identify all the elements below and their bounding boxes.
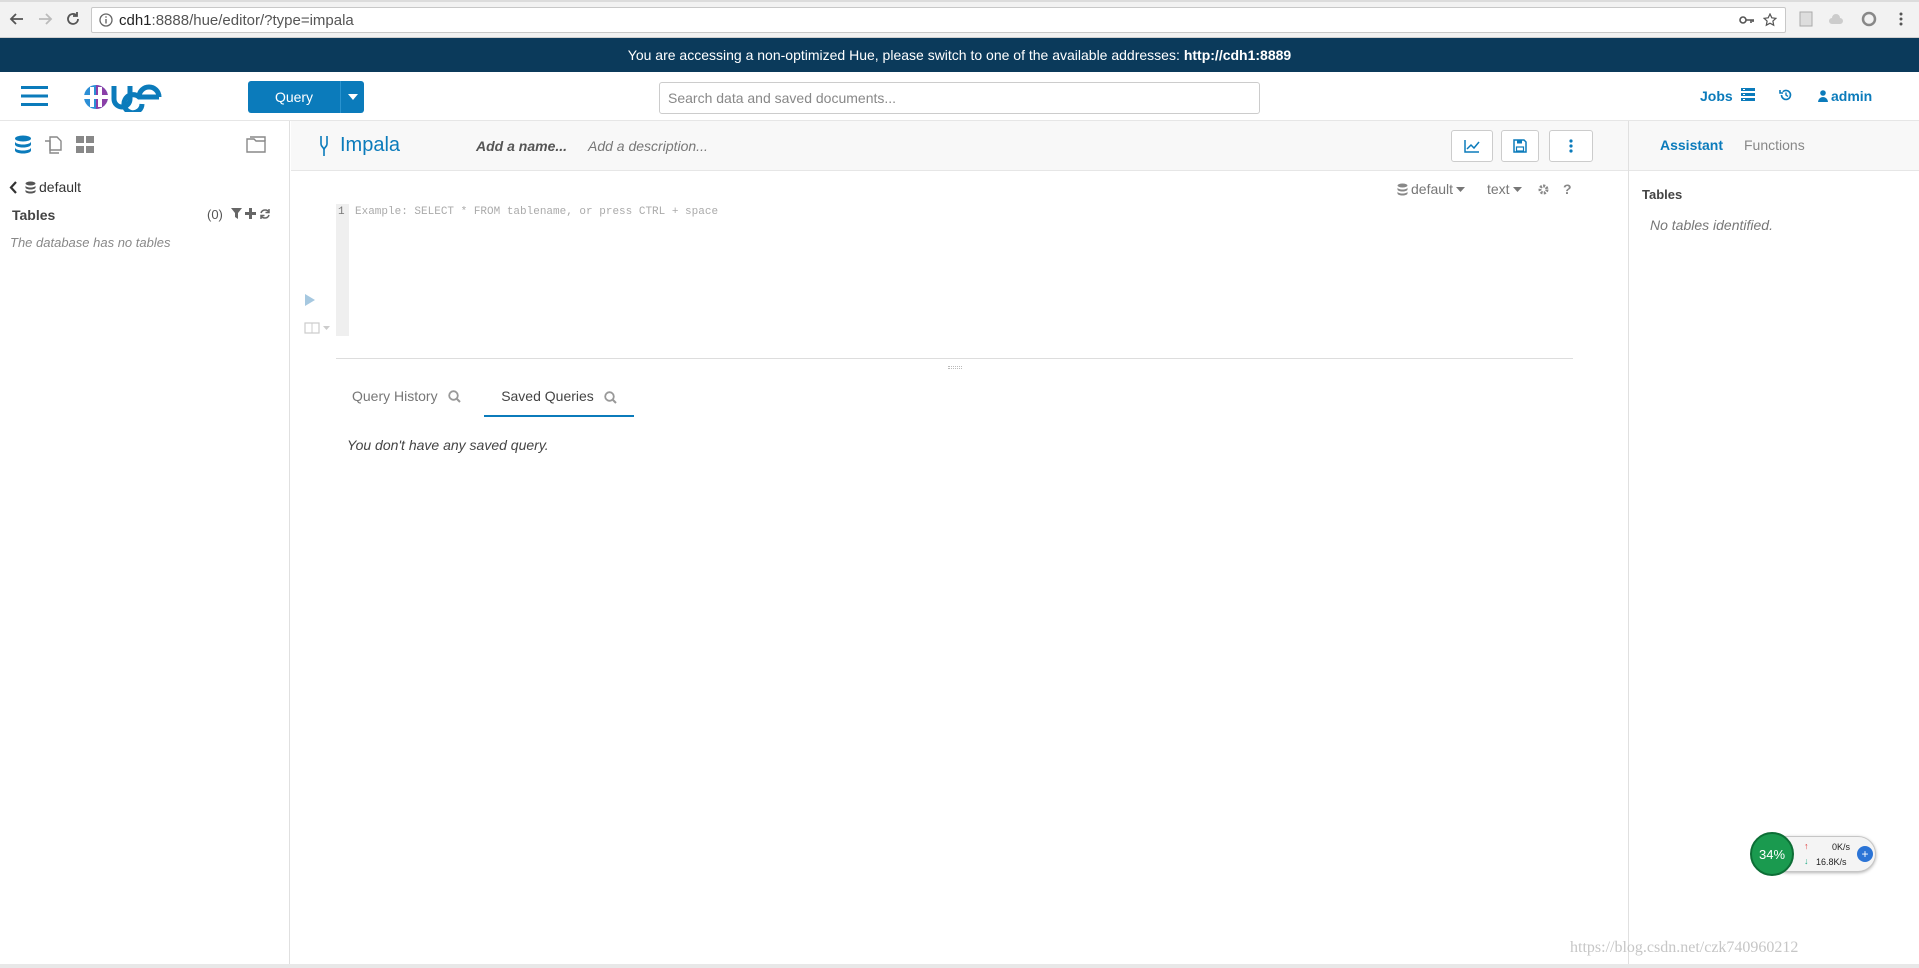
star-icon[interactable] (1763, 13, 1777, 27)
resize-handle[interactable] (948, 366, 962, 369)
gear-icon[interactable] (1537, 183, 1550, 196)
user-icon (1818, 90, 1828, 102)
url-text: cdh1:8888/hue/editor/?type=impala (119, 11, 354, 29)
optimization-banner: You are accessing a non-optimized Hue, p… (0, 38, 1919, 72)
database-breadcrumb[interactable]: default (9, 179, 81, 195)
format-selector[interactable]: text (1487, 181, 1522, 197)
query-description-field[interactable]: Add a description... (588, 138, 708, 154)
tab-strip (0, 0, 1919, 2)
database-icon (1397, 183, 1408, 195)
banner-link[interactable]: http://cdh1:8889 (1184, 47, 1291, 63)
circle-extension-icon[interactable] (1860, 10, 1878, 28)
no-tables-message: The database has no tables (10, 235, 171, 250)
jobs-list-icon[interactable] (1741, 88, 1755, 101)
more-actions-button[interactable] (1549, 130, 1593, 162)
global-search-input[interactable] (659, 82, 1260, 114)
address-bar[interactable]: cdh1:8888/hue/editor/?type=impala (91, 7, 1786, 33)
save-button[interactable] (1501, 130, 1539, 162)
back-chevron-icon[interactable] (9, 180, 18, 194)
user-menu[interactable]: admin (1818, 88, 1872, 104)
add-icon[interactable] (245, 208, 256, 219)
hue-logo[interactable] (81, 82, 181, 112)
documents-icon[interactable] (43, 135, 63, 155)
top-navbar: Query Jobs admin (0, 72, 1919, 121)
database-selector[interactable]: default (1397, 181, 1466, 197)
key-icon[interactable] (1739, 14, 1755, 26)
folder-open-icon[interactable] (246, 134, 268, 154)
jobs-link[interactable]: Jobs (1700, 88, 1733, 104)
save-icon (1513, 139, 1527, 153)
cloud-extension-icon[interactable] (1827, 10, 1845, 28)
snippet-menu-icon[interactable] (304, 322, 332, 334)
pdf-extension-icon[interactable] (1797, 10, 1815, 28)
impala-icon (318, 135, 330, 157)
upload-speed: 0K/s (1832, 842, 1851, 852)
tab-query-history[interactable]: Query History (352, 388, 461, 404)
format-selector-value: text (1487, 181, 1510, 197)
database-icon (25, 181, 36, 193)
sql-database-icon[interactable] (14, 135, 32, 155)
editor-header: Impala Add a name... Add a description..… (291, 121, 1628, 171)
search-icon[interactable] (604, 391, 617, 404)
tables-heading: Tables (12, 207, 56, 223)
network-speed-widget[interactable]: 34% ↑ 0K/s ↓ 16.8K/s + (1750, 832, 1878, 876)
tab-assistant[interactable]: Assistant (1660, 137, 1723, 153)
reload-icon[interactable] (63, 9, 83, 29)
user-name: admin (1831, 88, 1873, 104)
tab-saved-queries[interactable]: Saved Queries (484, 386, 634, 417)
play-icon[interactable] (305, 294, 315, 306)
browser-menu-icon[interactable] (1892, 10, 1910, 28)
tables-count: (0) (207, 207, 223, 222)
query-name-field[interactable]: Add a name... (476, 138, 567, 154)
help-icon[interactable]: ? (1563, 181, 1572, 197)
caret-down-icon (1456, 186, 1466, 192)
query-button[interactable]: Query (248, 81, 340, 113)
download-speed: 16.8K/s (1816, 857, 1847, 867)
tables-toolbar (231, 208, 271, 220)
banner-text: You are accessing a non-optimized Hue, p… (627, 47, 1180, 63)
line-chart-icon (1464, 140, 1480, 153)
tab-label: Query History (352, 388, 438, 404)
hamburger-menu-icon[interactable] (21, 85, 48, 107)
query-button-group: Query (248, 81, 364, 113)
caret-down-icon (347, 94, 358, 100)
browser-toolbar: cdh1:8888/hue/editor/?type=impala (0, 0, 1919, 38)
cpu-percent: 34% (1750, 832, 1794, 876)
caret-down-icon (1512, 186, 1522, 192)
upload-arrow-icon: ↑ (1804, 841, 1809, 851)
back-icon[interactable] (7, 9, 27, 29)
download-arrow-icon: ↓ (1804, 856, 1809, 866)
window-bottom-border (0, 964, 1919, 968)
editor-title: Impala (340, 134, 401, 156)
tab-label: Saved Queries (501, 388, 594, 404)
watermark: https://blog.csdn.net/czk740960212 (1570, 939, 1799, 956)
grid-view-icon[interactable] (76, 136, 94, 154)
query-dropdown-caret[interactable] (340, 81, 364, 113)
right-panel-header: Assistant Functions (1629, 121, 1919, 171)
editor-gutter (336, 204, 349, 336)
empty-saved-queries-message: You don't have any saved query. (347, 437, 549, 453)
assistant-tables-heading: Tables (1642, 187, 1683, 202)
left-assist-panel: default Tables (0) The database has no t… (0, 121, 290, 964)
database-selector-value: default (1411, 181, 1454, 197)
vertical-dots-icon (1569, 139, 1573, 153)
plus-icon[interactable]: + (1857, 846, 1873, 862)
forward-icon[interactable] (35, 9, 55, 29)
filter-icon[interactable] (231, 208, 242, 219)
info-icon[interactable] (99, 13, 113, 27)
history-icon[interactable] (1779, 88, 1793, 102)
code-editor[interactable]: Example: SELECT * FROM tablename, or pre… (355, 206, 718, 218)
refresh-icon[interactable] (259, 208, 271, 220)
line-number: 1 (338, 206, 345, 218)
search-icon[interactable] (447, 389, 461, 403)
tab-functions[interactable]: Functions (1744, 137, 1805, 153)
editor-divider (336, 358, 1573, 359)
chart-button[interactable] (1451, 130, 1493, 162)
no-tables-identified-message: No tables identified. (1650, 217, 1773, 233)
database-name: default (39, 179, 82, 195)
